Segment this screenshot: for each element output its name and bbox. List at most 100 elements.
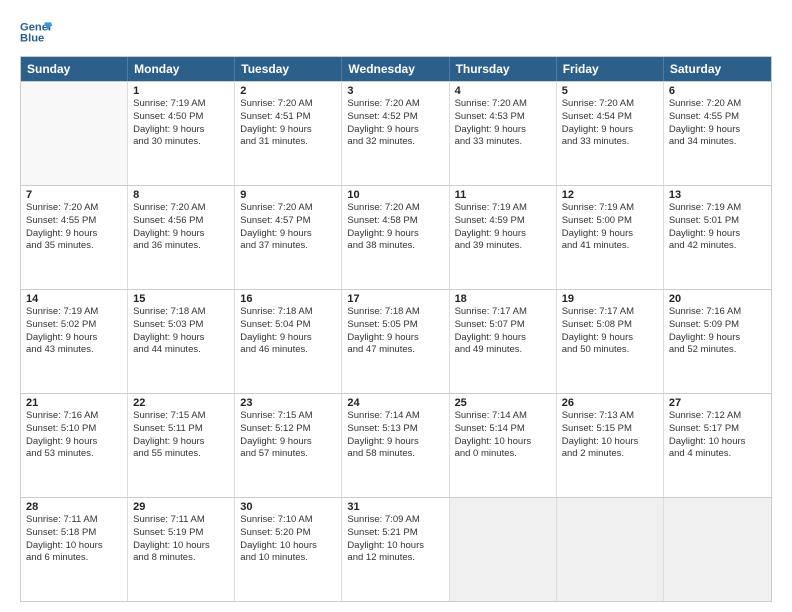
calendar: SundayMondayTuesdayWednesdayThursdayFrid… — [20, 56, 772, 602]
day-info: Sunrise: 7:15 AM Sunset: 5:11 PM Dayligh… — [133, 410, 229, 461]
day-cell-9: 9Sunrise: 7:20 AM Sunset: 4:57 PM Daylig… — [235, 186, 342, 289]
day-cell-12: 12Sunrise: 7:19 AM Sunset: 5:00 PM Dayli… — [557, 186, 664, 289]
header-day-sunday: Sunday — [21, 57, 128, 81]
day-number: 31 — [347, 501, 443, 513]
day-info: Sunrise: 7:18 AM Sunset: 5:03 PM Dayligh… — [133, 306, 229, 357]
day-info: Sunrise: 7:11 AM Sunset: 5:19 PM Dayligh… — [133, 514, 229, 565]
day-info: Sunrise: 7:11 AM Sunset: 5:18 PM Dayligh… — [26, 514, 122, 565]
calendar-row-1: 1Sunrise: 7:19 AM Sunset: 4:50 PM Daylig… — [21, 81, 771, 185]
day-number: 24 — [347, 397, 443, 409]
day-number: 3 — [347, 85, 443, 97]
day-info: Sunrise: 7:13 AM Sunset: 5:15 PM Dayligh… — [562, 410, 658, 461]
day-number: 2 — [240, 85, 336, 97]
day-cell-29: 29Sunrise: 7:11 AM Sunset: 5:19 PM Dayli… — [128, 498, 235, 601]
calendar-row-4: 21Sunrise: 7:16 AM Sunset: 5:10 PM Dayli… — [21, 393, 771, 497]
header-day-wednesday: Wednesday — [342, 57, 449, 81]
day-number: 5 — [562, 85, 658, 97]
logo-icon: General Blue — [20, 16, 52, 48]
day-number: 8 — [133, 189, 229, 201]
day-info: Sunrise: 7:20 AM Sunset: 4:51 PM Dayligh… — [240, 98, 336, 149]
day-number: 4 — [455, 85, 551, 97]
day-cell-7: 7Sunrise: 7:20 AM Sunset: 4:55 PM Daylig… — [21, 186, 128, 289]
day-info: Sunrise: 7:19 AM Sunset: 5:01 PM Dayligh… — [669, 202, 766, 253]
day-info: Sunrise: 7:19 AM Sunset: 4:50 PM Dayligh… — [133, 98, 229, 149]
day-cell-2: 2Sunrise: 7:20 AM Sunset: 4:51 PM Daylig… — [235, 82, 342, 185]
day-cell-28: 28Sunrise: 7:11 AM Sunset: 5:18 PM Dayli… — [21, 498, 128, 601]
day-info: Sunrise: 7:19 AM Sunset: 5:02 PM Dayligh… — [26, 306, 122, 357]
calendar-row-2: 7Sunrise: 7:20 AM Sunset: 4:55 PM Daylig… — [21, 185, 771, 289]
day-number: 9 — [240, 189, 336, 201]
day-number: 6 — [669, 85, 766, 97]
day-number: 22 — [133, 397, 229, 409]
day-cell-31: 31Sunrise: 7:09 AM Sunset: 5:21 PM Dayli… — [342, 498, 449, 601]
day-cell-4: 4Sunrise: 7:20 AM Sunset: 4:53 PM Daylig… — [450, 82, 557, 185]
day-cell-13: 13Sunrise: 7:19 AM Sunset: 5:01 PM Dayli… — [664, 186, 771, 289]
day-number: 11 — [455, 189, 551, 201]
day-cell-14: 14Sunrise: 7:19 AM Sunset: 5:02 PM Dayli… — [21, 290, 128, 393]
day-info: Sunrise: 7:17 AM Sunset: 5:07 PM Dayligh… — [455, 306, 551, 357]
header-day-thursday: Thursday — [450, 57, 557, 81]
day-number: 7 — [26, 189, 122, 201]
day-cell-21: 21Sunrise: 7:16 AM Sunset: 5:10 PM Dayli… — [21, 394, 128, 497]
day-number: 13 — [669, 189, 766, 201]
day-cell-18: 18Sunrise: 7:17 AM Sunset: 5:07 PM Dayli… — [450, 290, 557, 393]
day-cell-3: 3Sunrise: 7:20 AM Sunset: 4:52 PM Daylig… — [342, 82, 449, 185]
day-cell-23: 23Sunrise: 7:15 AM Sunset: 5:12 PM Dayli… — [235, 394, 342, 497]
logo: General Blue — [20, 16, 52, 48]
day-number: 12 — [562, 189, 658, 201]
day-cell-24: 24Sunrise: 7:14 AM Sunset: 5:13 PM Dayli… — [342, 394, 449, 497]
day-info: Sunrise: 7:18 AM Sunset: 5:04 PM Dayligh… — [240, 306, 336, 357]
day-number: 18 — [455, 293, 551, 305]
day-info: Sunrise: 7:20 AM Sunset: 4:58 PM Dayligh… — [347, 202, 443, 253]
day-number: 17 — [347, 293, 443, 305]
day-info: Sunrise: 7:14 AM Sunset: 5:14 PM Dayligh… — [455, 410, 551, 461]
page: General Blue SundayMondayTuesdayWednesda… — [0, 0, 792, 612]
day-cell-empty-0-0 — [21, 82, 128, 185]
day-number: 29 — [133, 501, 229, 513]
page-header: General Blue — [20, 16, 772, 48]
day-number: 10 — [347, 189, 443, 201]
calendar-body: 1Sunrise: 7:19 AM Sunset: 4:50 PM Daylig… — [21, 81, 771, 601]
day-cell-22: 22Sunrise: 7:15 AM Sunset: 5:11 PM Dayli… — [128, 394, 235, 497]
day-info: Sunrise: 7:14 AM Sunset: 5:13 PM Dayligh… — [347, 410, 443, 461]
day-cell-empty-4-5 — [557, 498, 664, 601]
day-cell-17: 17Sunrise: 7:18 AM Sunset: 5:05 PM Dayli… — [342, 290, 449, 393]
day-cell-1: 1Sunrise: 7:19 AM Sunset: 4:50 PM Daylig… — [128, 82, 235, 185]
day-number: 28 — [26, 501, 122, 513]
header-day-monday: Monday — [128, 57, 235, 81]
day-info: Sunrise: 7:09 AM Sunset: 5:21 PM Dayligh… — [347, 514, 443, 565]
day-info: Sunrise: 7:20 AM Sunset: 4:55 PM Dayligh… — [669, 98, 766, 149]
day-number: 25 — [455, 397, 551, 409]
day-cell-19: 19Sunrise: 7:17 AM Sunset: 5:08 PM Dayli… — [557, 290, 664, 393]
day-cell-5: 5Sunrise: 7:20 AM Sunset: 4:54 PM Daylig… — [557, 82, 664, 185]
day-number: 30 — [240, 501, 336, 513]
day-info: Sunrise: 7:18 AM Sunset: 5:05 PM Dayligh… — [347, 306, 443, 357]
day-info: Sunrise: 7:16 AM Sunset: 5:09 PM Dayligh… — [669, 306, 766, 357]
day-number: 20 — [669, 293, 766, 305]
day-info: Sunrise: 7:20 AM Sunset: 4:52 PM Dayligh… — [347, 98, 443, 149]
day-cell-empty-4-4 — [450, 498, 557, 601]
day-cell-empty-4-6 — [664, 498, 771, 601]
day-cell-20: 20Sunrise: 7:16 AM Sunset: 5:09 PM Dayli… — [664, 290, 771, 393]
day-info: Sunrise: 7:20 AM Sunset: 4:55 PM Dayligh… — [26, 202, 122, 253]
day-cell-25: 25Sunrise: 7:14 AM Sunset: 5:14 PM Dayli… — [450, 394, 557, 497]
day-cell-26: 26Sunrise: 7:13 AM Sunset: 5:15 PM Dayli… — [557, 394, 664, 497]
day-info: Sunrise: 7:19 AM Sunset: 5:00 PM Dayligh… — [562, 202, 658, 253]
calendar-row-3: 14Sunrise: 7:19 AM Sunset: 5:02 PM Dayli… — [21, 289, 771, 393]
day-info: Sunrise: 7:20 AM Sunset: 4:54 PM Dayligh… — [562, 98, 658, 149]
day-cell-15: 15Sunrise: 7:18 AM Sunset: 5:03 PM Dayli… — [128, 290, 235, 393]
day-number: 14 — [26, 293, 122, 305]
calendar-row-5: 28Sunrise: 7:11 AM Sunset: 5:18 PM Dayli… — [21, 497, 771, 601]
day-number: 15 — [133, 293, 229, 305]
day-info: Sunrise: 7:15 AM Sunset: 5:12 PM Dayligh… — [240, 410, 336, 461]
day-number: 1 — [133, 85, 229, 97]
day-info: Sunrise: 7:17 AM Sunset: 5:08 PM Dayligh… — [562, 306, 658, 357]
header-day-tuesday: Tuesday — [235, 57, 342, 81]
day-info: Sunrise: 7:20 AM Sunset: 4:57 PM Dayligh… — [240, 202, 336, 253]
day-cell-27: 27Sunrise: 7:12 AM Sunset: 5:17 PM Dayli… — [664, 394, 771, 497]
day-info: Sunrise: 7:16 AM Sunset: 5:10 PM Dayligh… — [26, 410, 122, 461]
day-number: 21 — [26, 397, 122, 409]
day-cell-6: 6Sunrise: 7:20 AM Sunset: 4:55 PM Daylig… — [664, 82, 771, 185]
day-info: Sunrise: 7:10 AM Sunset: 5:20 PM Dayligh… — [240, 514, 336, 565]
day-cell-30: 30Sunrise: 7:10 AM Sunset: 5:20 PM Dayli… — [235, 498, 342, 601]
